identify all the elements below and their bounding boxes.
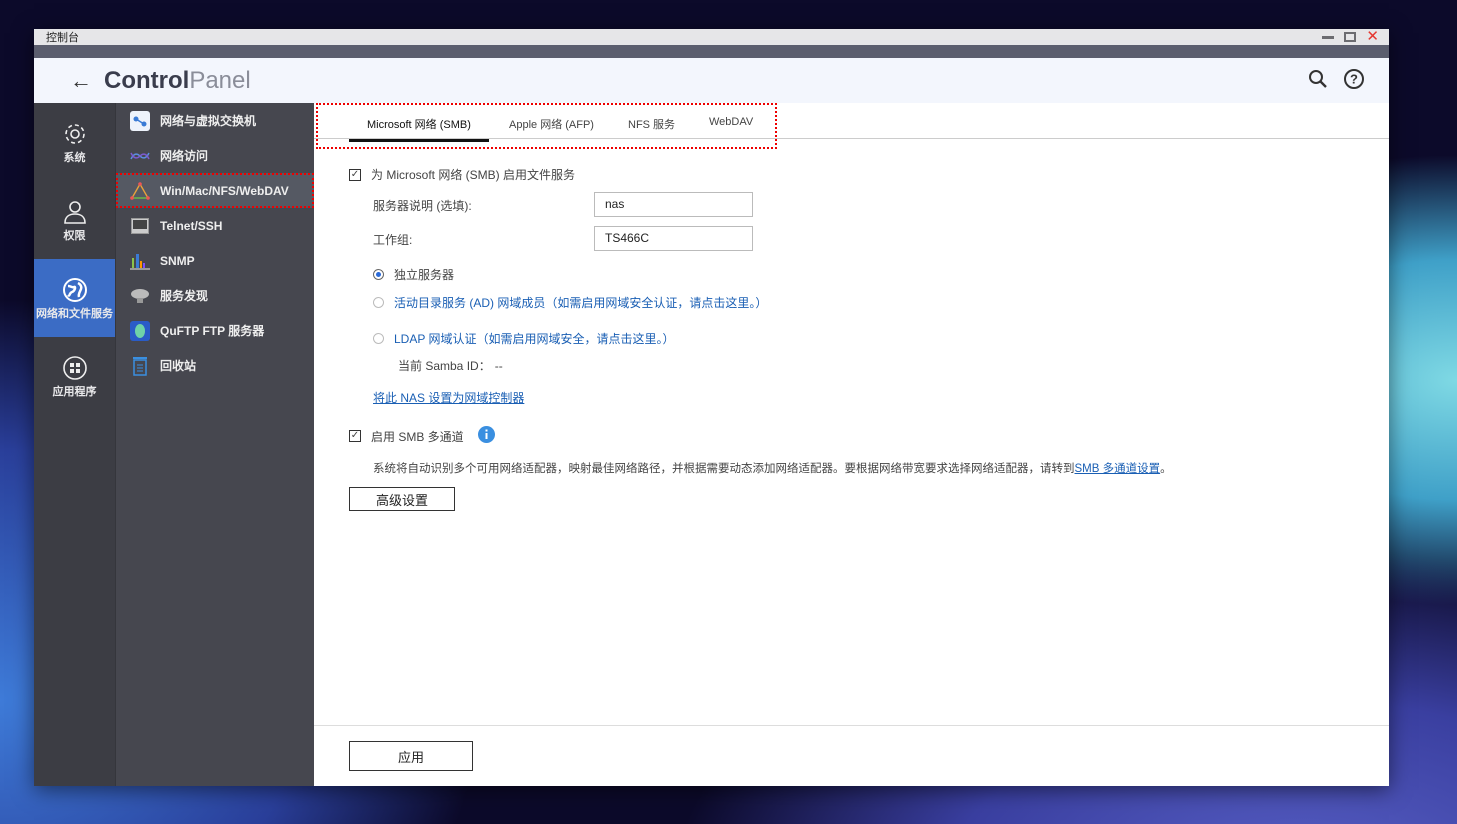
bar-chart-icon: [130, 251, 150, 271]
multichannel-settings-link[interactable]: SMB 多通道设置: [1075, 460, 1161, 476]
nav-permissions[interactable]: 权限: [34, 181, 115, 259]
back-arrow-icon[interactable]: ←: [70, 68, 94, 94]
sidebar-item-snmp[interactable]: SNMP: [116, 243, 314, 278]
sidebar-item-network-access[interactable]: 网络访问: [116, 138, 314, 173]
app-logo: ControlPanel: [104, 67, 251, 95]
domain-controller-link[interactable]: 将此 NAS 设置为网域控制器: [373, 389, 524, 406]
tab-smb[interactable]: Microsoft 网络 (SMB): [349, 116, 489, 142]
search-icon[interactable]: [1307, 68, 1329, 90]
multichannel-description-end: 。: [1160, 460, 1172, 476]
sidebar-item-service-discovery[interactable]: 服务发现: [116, 278, 314, 313]
primary-nav: 系统 权限 网络和文件服务 应用程序: [34, 103, 115, 786]
tab-nfs[interactable]: NFS 服务: [628, 116, 675, 132]
gear-icon: [62, 121, 88, 147]
window-title: 控制台: [46, 29, 79, 45]
app-header: ← ControlPanel ?: [34, 58, 1389, 103]
samba-id-label: 当前 Samba ID：: [398, 357, 491, 374]
sidebar-item-win-mac-nfs-webdav[interactable]: Win/Mac/NFS/WebDAV: [116, 173, 314, 208]
header-strip: [34, 45, 1389, 58]
user-icon: [63, 199, 87, 225]
ad-member-radio[interactable]: [373, 297, 384, 308]
apply-button[interactable]: 应用: [349, 741, 473, 771]
network-switch-icon: [130, 111, 150, 131]
multichannel-description: 系统将自动识别多个可用网络适配器，映射最佳网络路径，并根据需要动态添加网络适配器…: [373, 460, 1075, 476]
ad-member-label[interactable]: 活动目录服务 (AD) 网域成员（如需启用网域安全认证，请点击这里。）: [394, 294, 767, 311]
multichannel-checkbox[interactable]: ✓: [349, 430, 361, 442]
sidebar-item-recycle-bin[interactable]: 回收站: [116, 348, 314, 383]
samba-id-value: --: [495, 359, 503, 373]
minimize-icon[interactable]: [1322, 36, 1334, 39]
secondary-nav: 网络与虚拟交换机 网络访问 Win/Mac/NFS/WebDAV Telnet/…: [115, 103, 314, 786]
control-panel-window: 控制台 ✕ ← ControlPanel ? 系统 权限 网络和文件服务 应用程…: [34, 29, 1389, 786]
terminal-icon: [130, 216, 150, 236]
apps-grid-icon: [62, 355, 88, 381]
trash-icon: [130, 356, 150, 376]
svg-text:?: ?: [1350, 72, 1358, 87]
ldap-label[interactable]: LDAP 网域认证（如需启用网域安全，请点击这里。）: [394, 330, 674, 347]
workgroup-input[interactable]: TS466C: [594, 226, 753, 251]
help-icon[interactable]: ?: [1343, 68, 1365, 90]
triangle-network-icon: [130, 181, 150, 201]
maximize-icon[interactable]: [1344, 32, 1356, 42]
standalone-label: 独立服务器: [394, 266, 454, 283]
enable-smb-checkbox[interactable]: ✓: [349, 169, 361, 181]
content-panel: Microsoft 网络 (SMB) Apple 网络 (AFP) NFS 服务…: [314, 103, 1389, 786]
nav-system[interactable]: 系统: [34, 103, 115, 181]
multichannel-label: 启用 SMB 多通道: [371, 428, 464, 445]
tab-webdav[interactable]: WebDAV: [709, 116, 753, 128]
info-icon[interactable]: [478, 426, 495, 446]
sidebar-item-telnet-ssh[interactable]: Telnet/SSH: [116, 208, 314, 243]
nav-network-file-services[interactable]: 网络和文件服务: [34, 259, 115, 337]
tab-afp[interactable]: Apple 网络 (AFP): [509, 116, 594, 132]
nav-applications[interactable]: 应用程序: [34, 337, 115, 415]
network-access-icon: [130, 146, 150, 166]
advanced-settings-button[interactable]: 高级设置: [349, 487, 455, 511]
server-desc-label: 服务器说明 (选填):: [373, 197, 472, 214]
server-desc-input[interactable]: nas: [594, 192, 753, 217]
ldap-radio[interactable]: [373, 333, 384, 344]
satellite-dish-icon: [130, 286, 150, 306]
workgroup-label: 工作组:: [373, 231, 412, 248]
standalone-radio[interactable]: [373, 269, 384, 280]
close-icon[interactable]: ✕: [1366, 31, 1379, 43]
tab-bar: Microsoft 网络 (SMB) Apple 网络 (AFP) NFS 服务…: [314, 103, 1389, 139]
sidebar-item-quftp[interactable]: QuFTP FTP 服务器: [116, 313, 314, 348]
globe-icon: [62, 277, 88, 303]
enable-smb-label: 为 Microsoft 网络 (SMB) 启用文件服务: [371, 166, 575, 183]
ftp-icon: [130, 321, 150, 341]
title-bar: 控制台 ✕: [34, 29, 1389, 45]
footer: 应用: [314, 725, 1389, 786]
sidebar-item-network-virtual-switch[interactable]: 网络与虚拟交换机: [116, 103, 314, 138]
